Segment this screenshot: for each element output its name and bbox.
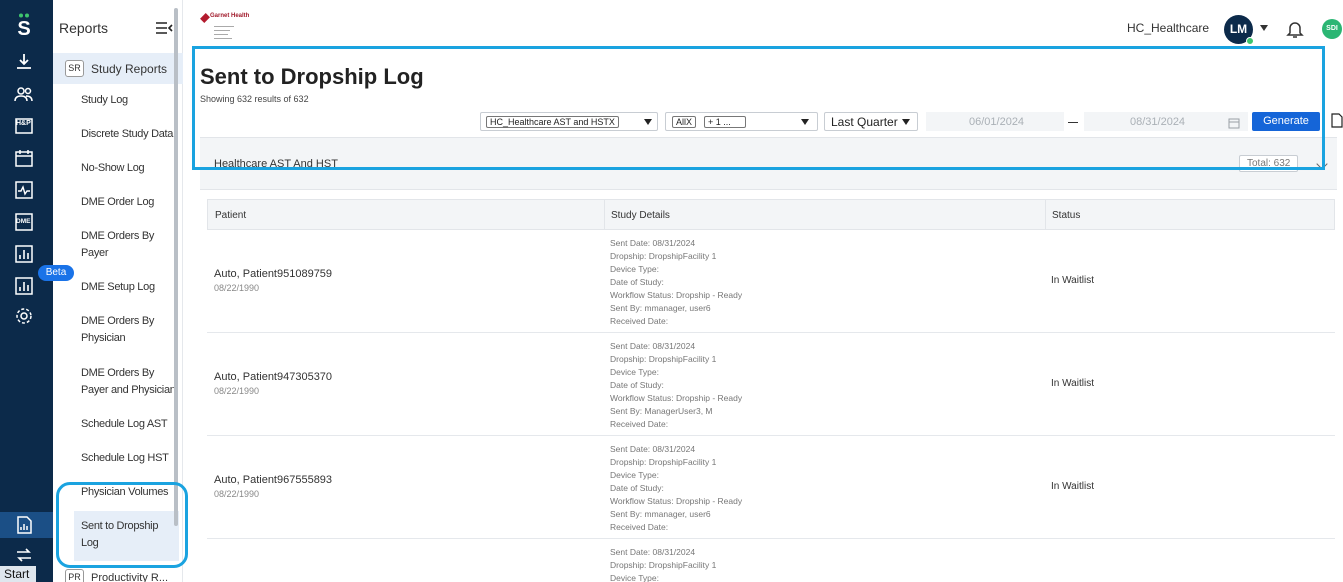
- patient-dob: 08/22/1990: [214, 489, 260, 499]
- svg-text:S: S: [17, 18, 30, 37]
- sidebar-item-dme-setup-log[interactable]: DME Setup Log: [81, 279, 177, 296]
- group-label: Study Reports: [91, 62, 168, 76]
- study-details: Sent Date: 08/31/2024 Dropship: Dropship…: [610, 341, 743, 429]
- calendar-icon[interactable]: [13, 147, 35, 169]
- table-row[interactable]: Auto, Patient951089759 08/22/1990 Sent D…: [207, 230, 1335, 333]
- account-menu-caret-icon[interactable]: [1260, 25, 1268, 31]
- bar-chart-icon[interactable]: [13, 243, 35, 265]
- table-row[interactable]: Auto, Patient967555893 08/22/1990 Sent D…: [207, 436, 1335, 539]
- activity-icon[interactable]: [13, 179, 35, 201]
- highlight-outline-header: [192, 46, 1325, 170]
- logo-mark-icon: [200, 13, 210, 23]
- sidebar-item-dme-order-log[interactable]: DME Order Log: [81, 194, 177, 211]
- results-table: Patient Study Details Status Auto, Patie…: [200, 190, 1343, 582]
- sidebar-item-study-log[interactable]: Study Log: [81, 92, 177, 109]
- online-status-dot: [1246, 37, 1254, 45]
- sidebar-title: Reports: [59, 20, 109, 36]
- column-header-patient[interactable]: Patient: [215, 210, 246, 221]
- study-details: Sent Date: 08/31/2024 Dropship: Dropship…: [610, 238, 743, 326]
- patient-name[interactable]: Auto, Patient951089759: [214, 268, 332, 280]
- study-details: Sent Date: 08/31/2024 Dropship: Dropship…: [610, 444, 743, 532]
- sidebar-scrollbar[interactable]: [174, 8, 178, 526]
- status-text: In Waitlist: [1051, 378, 1094, 389]
- sidebar-item-schedule-log-hst[interactable]: Schedule Log HST: [81, 450, 177, 467]
- status-text: In Waitlist: [1051, 481, 1094, 492]
- sidebar-item-schedule-log-ast[interactable]: Schedule Log AST: [81, 416, 177, 433]
- icon-rail: S H&P DME: [0, 0, 53, 582]
- reports-icon[interactable]: [13, 514, 35, 536]
- patient-name[interactable]: Auto, Patient947305370: [214, 371, 332, 383]
- collapse-sidebar-icon[interactable]: [155, 21, 173, 35]
- column-header-status[interactable]: Status: [1052, 210, 1080, 221]
- account-name: HC_Healthcare: [1127, 21, 1210, 35]
- table-row[interactable]: Sent Date: 08/31/2024 Dropship: Dropship…: [207, 539, 1335, 582]
- patient-name[interactable]: Auto, Patient967555893: [214, 474, 332, 486]
- patient-dob: 08/22/1990: [214, 283, 260, 293]
- settings-icon[interactable]: [13, 305, 35, 327]
- sidebar-item-dme-orders-by-payer-and-physician[interactable]: DME Orders By Payer and Physician: [81, 365, 177, 399]
- beta-badge: Beta: [38, 265, 74, 281]
- sidebar-item-no-show-log[interactable]: No-Show Log: [81, 160, 177, 177]
- hp-icon-label: H&P: [16, 120, 31, 127]
- dme-icon[interactable]: DME: [13, 211, 35, 233]
- start-button[interactable]: Start: [0, 566, 36, 582]
- dme-icon-label: DME: [16, 218, 31, 225]
- org-badge[interactable]: SDI: [1322, 19, 1342, 39]
- patient-dob: 08/22/1990: [214, 386, 260, 396]
- status-text: In Waitlist: [1051, 275, 1094, 286]
- sidebar-item-discrete-study-data[interactable]: Discrete Study Data: [81, 126, 177, 143]
- bar-chart-beta-icon[interactable]: [13, 275, 35, 297]
- table-row[interactable]: Auto, Patient947305370 08/22/1990 Sent D…: [207, 333, 1335, 436]
- next-group-badge: PR: [65, 569, 84, 582]
- sidebar-item-dme-orders-by-physician[interactable]: DME Orders By Physician: [81, 313, 177, 347]
- logo-text: Garnet Health: [210, 13, 250, 19]
- download-icon[interactable]: [13, 51, 35, 73]
- sync-icon[interactable]: [13, 544, 35, 566]
- study-details: Sent Date: 08/31/2024 Dropship: Dropship…: [610, 547, 717, 582]
- hp-icon[interactable]: H&P: [13, 115, 35, 137]
- sidebar-item-dme-orders-by-payer[interactable]: DME Orders By Payer: [81, 228, 177, 262]
- group-badge: SR: [65, 60, 84, 77]
- group-study-reports[interactable]: SR Study Reports: [53, 53, 183, 84]
- column-header-study-details[interactable]: Study Details: [611, 210, 670, 221]
- brand-s-icon[interactable]: S: [13, 13, 35, 37]
- table-header: Patient Study Details Status: [207, 199, 1335, 230]
- main-scrollbar[interactable]: [1337, 137, 1343, 582]
- users-icon[interactable]: [13, 83, 35, 105]
- bell-icon[interactable]: [1285, 19, 1305, 39]
- export-document-icon[interactable]: [1331, 113, 1343, 128]
- org-logo: Garnet Health: [200, 13, 249, 44]
- highlight-outline-sidebar: [56, 482, 188, 568]
- group-productivity-reports[interactable]: Productivity R...: [91, 572, 168, 582]
